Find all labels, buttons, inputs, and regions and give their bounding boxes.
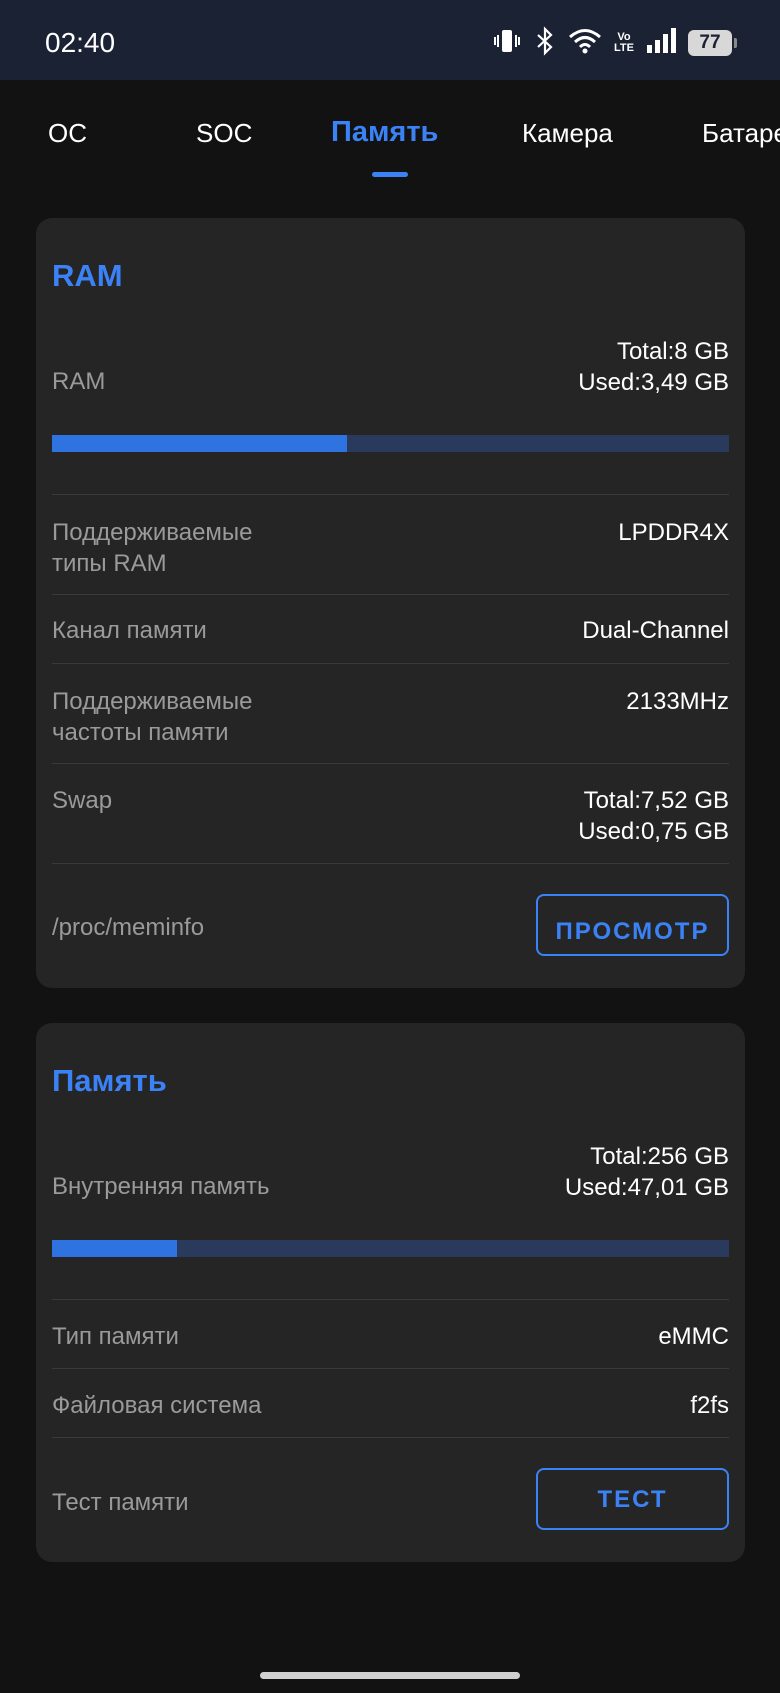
battery-icon: 77 <box>688 30 737 56</box>
wifi-icon <box>568 26 602 61</box>
divider <box>52 1299 729 1300</box>
divider <box>52 763 729 764</box>
supported-frequencies-value: 2133MHz <box>626 688 729 715</box>
supported-frequencies-label: Поддерживаемые частоты памяти <box>52 688 253 746</box>
divider <box>52 663 729 664</box>
memory-channel-label: Канал памяти <box>52 617 207 644</box>
tab-battery[interactable]: Батарея <box>702 118 780 149</box>
tab-memory[interactable]: Память <box>331 116 438 149</box>
internal-storage-label: Внутренняя память <box>52 1173 270 1200</box>
storage-card-title: Память <box>52 1063 167 1098</box>
memory-test-button[interactable]: ТЕСТ <box>536 1468 729 1530</box>
battery-level: 77 <box>699 32 721 53</box>
divider <box>52 863 729 864</box>
storage-usage-fill <box>52 1240 177 1257</box>
ram-usage-fill <box>52 435 348 452</box>
swap-used-value: Used:0,75 GB <box>578 818 729 845</box>
divider <box>52 494 729 495</box>
divider <box>52 1437 729 1438</box>
status-time: 02:40 <box>45 27 116 58</box>
bluetooth-icon <box>534 25 556 61</box>
status-bar: 02:40 Vo LTE 77 <box>0 0 780 80</box>
signal-icon <box>646 27 676 60</box>
tab-soc[interactable]: SOC <box>196 118 252 149</box>
supported-ram-types-value: LPDDR4X <box>618 519 729 546</box>
home-indicator <box>260 1672 520 1679</box>
internal-used-value: Used:47,01 GB <box>564 1174 729 1201</box>
meminfo-label: /proc/meminfo <box>52 914 205 941</box>
tab-bar: ОС SOC Память Камера Батарея <box>0 80 780 190</box>
volte-icon: Vo LTE <box>614 32 634 54</box>
tab-indicator <box>372 172 408 177</box>
ram-total-value: Total:8 GB <box>616 338 729 365</box>
storage-usage-bar <box>52 1240 729 1257</box>
memory-channel-value: Dual-Channel <box>582 617 729 644</box>
ram-card-title: RAM <box>52 258 123 293</box>
memory-type-label: Тип памяти <box>52 1323 179 1350</box>
file-system-label: Файловая система <box>52 1392 262 1419</box>
divider <box>52 1368 729 1369</box>
ram-label: RAM <box>52 368 106 395</box>
storage-card: Память Внутренняя память Total:256 GB Us… <box>36 1023 745 1562</box>
internal-total-value: Total:256 GB <box>590 1143 729 1170</box>
memory-test-label: Тест памяти <box>52 1489 189 1516</box>
ram-card: RAM RAM Total:8 GB Used:3,49 GB Поддержи… <box>36 218 745 988</box>
swap-total-value: Total:7,52 GB <box>583 787 729 814</box>
tab-os[interactable]: ОС <box>48 118 87 149</box>
file-system-value: f2fs <box>690 1392 729 1419</box>
divider <box>52 594 729 595</box>
memory-type-value: eMMC <box>658 1323 729 1350</box>
ram-used-value: Used:3,49 GB <box>578 369 729 396</box>
tab-camera[interactable]: Камера <box>522 118 613 149</box>
view-meminfo-button[interactable]: ПРОСМОТР <box>536 894 729 956</box>
status-icons: Vo LTE 77 <box>492 24 737 62</box>
volte-bottom: LTE <box>614 42 634 54</box>
vibrate-icon <box>492 26 522 61</box>
supported-ram-types-label: Поддерживаемые типы RAM <box>52 519 253 577</box>
swap-label: Swap <box>52 787 113 814</box>
ram-usage-bar <box>52 435 729 452</box>
